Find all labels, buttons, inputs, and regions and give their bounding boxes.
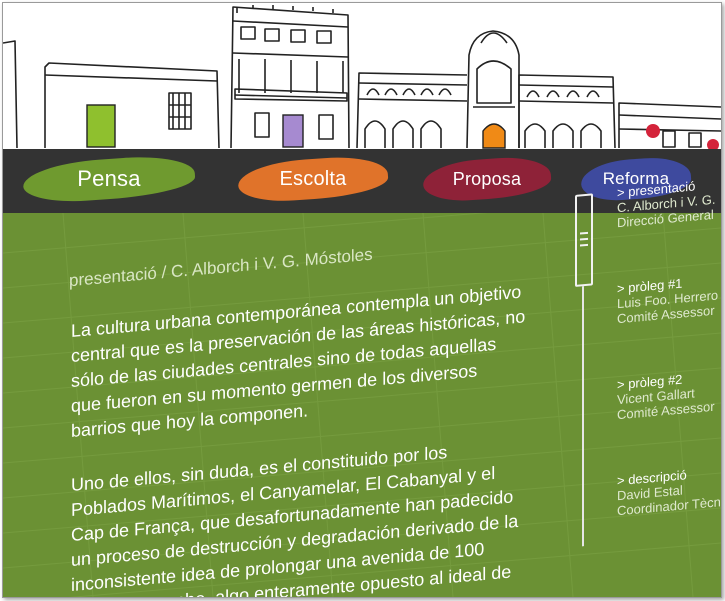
nav-label-proposa: Proposa	[452, 168, 522, 189]
nav-label-escolta: Escolta	[279, 167, 347, 190]
content-area: presentació / C. Alborch i V. G. Móstole…	[3, 178, 721, 597]
sidebar-item-descripcio[interactable]: > descripció David Estal Coordinador Tèc…	[617, 463, 721, 518]
scroll-grip-line	[580, 243, 588, 247]
text-panel: presentació / C. Alborch i V. G. Móstole…	[3, 150, 721, 597]
nav-item-pensa[interactable]: Pensa	[21, 153, 197, 205]
sidebar-item-proleg-1[interactable]: > pròleg #1 Luis Foo. Herrero Comité Ass…	[617, 271, 721, 327]
nav-label-reforma: Reforma	[602, 169, 670, 188]
sidebar-item-proleg-2[interactable]: > pròleg #2 Vicent Gallart Comité Assess…	[617, 367, 721, 423]
breadcrumb: presentació / C. Alborch i V. G. Móstole…	[69, 244, 373, 291]
scrollbar-thumb[interactable]	[575, 193, 593, 287]
skyline-illustration	[3, 3, 721, 149]
intro-paragraph: La cultura urbana contemporánea contempl…	[71, 276, 561, 444]
scroll-grip-line	[580, 231, 588, 235]
scroll-grip-line	[580, 237, 588, 241]
scrollbar-track[interactable]	[582, 286, 584, 547]
page-frame: Pensa Escolta Proposa Reforma presentaci…	[2, 2, 722, 598]
second-paragraph: Uno de ellos, sin duda, es el constituid…	[71, 430, 561, 597]
nav-label-pensa: Pensa	[77, 166, 141, 191]
